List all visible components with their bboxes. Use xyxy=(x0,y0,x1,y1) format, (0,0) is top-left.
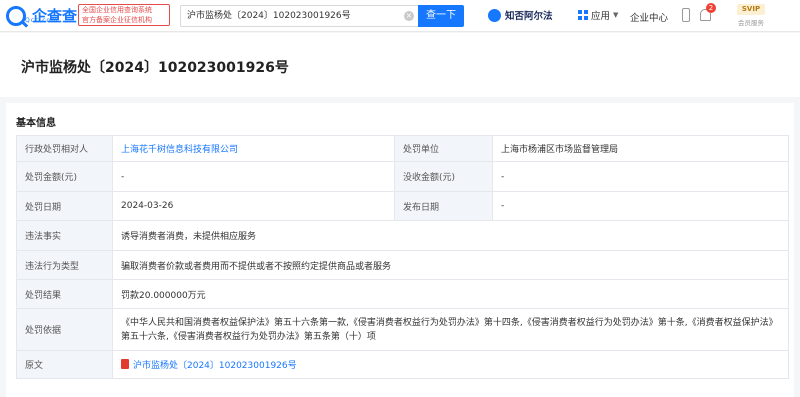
zhineng-alpha-link[interactable]: 知否阿尔法 xyxy=(488,8,553,22)
fine-value: - xyxy=(112,161,395,192)
vip-service-label: 会员服务 xyxy=(738,19,764,27)
vip-member-entry[interactable]: SVIP 会员服务 xyxy=(735,3,767,29)
qichacha-logo[interactable]: 企查查 xyxy=(6,4,77,28)
document-cell: 沪市监杨处〔2024〕102023001926号 xyxy=(112,350,789,379)
title-bar: 沪市监杨处〔2024〕102023001926号 xyxy=(0,33,800,97)
confiscate-label: 没收金额(元) xyxy=(394,161,493,192)
svip-badge: SVIP xyxy=(737,4,765,15)
table-row: 处罚依据 《中华人民共和国消费者权益保护法》第五十六条第一款,《侵害消费者权益行… xyxy=(16,308,789,351)
table-row: 违法行为类型 骗取消费者价款或者费用而不提供或者不按照约定提供商品或者服务 xyxy=(16,250,789,280)
facts-label: 违法事实 xyxy=(16,220,113,251)
penalty-info-table: 行政处罚相对人 上海花千树信息科技有限公司 处罚单位 上海市杨浦区市场监督管理局… xyxy=(16,135,789,379)
publish-value: - xyxy=(492,191,789,221)
page-title: 沪市监杨处〔2024〕102023001926号 xyxy=(21,60,289,76)
table-row: 原文 沪市监杨处〔2024〕102023001926号 xyxy=(16,350,789,379)
official-record-badge: 全国企业信用查询系统 官方备案企业征信机构 xyxy=(78,4,170,26)
zhineng-label: 知否阿尔法 xyxy=(505,11,553,22)
basis-value: 《中华人民共和国消费者权益保护法》第五十六条第一款,《侵害消费者权益行为处罚办法… xyxy=(112,308,789,351)
table-row: 处罚结果 罚款20.000000万元 xyxy=(16,279,789,309)
grid-icon xyxy=(578,10,588,20)
party-label: 行政处罚相对人 xyxy=(16,135,113,162)
confiscate-value: - xyxy=(492,161,789,192)
fine-label: 处罚金额(元) xyxy=(16,161,113,192)
company-center-link[interactable]: 企业中心 xyxy=(630,10,668,24)
section-title: 基本信息 xyxy=(16,118,56,129)
table-row: 违法事实 诱导消费者消费，未提供相应服务 xyxy=(16,220,789,251)
basic-info-card: 基本信息 行政处罚相对人 上海花千树信息科技有限公司 处罚单位 上海市杨浦区市场… xyxy=(6,103,794,397)
top-navigation-bar: 企查查 Qcc.com 全国企业信用查询系统 官方备案企业征信机构 沪市监杨处〔… xyxy=(0,0,800,32)
mobile-app-icon[interactable] xyxy=(682,8,690,22)
unit-value: 上海市杨浦区市场监督管理局 xyxy=(492,135,789,162)
facts-value: 诱导消费者消费，未提供相应服务 xyxy=(112,220,789,251)
search-input[interactable]: 沪市监杨处〔2024〕102023001926号 xyxy=(180,5,418,27)
badge-line-1: 全国企业信用查询系统 xyxy=(82,6,152,14)
caret-down-icon: ▼ xyxy=(613,11,619,19)
search-button[interactable]: 查一下 xyxy=(418,5,464,27)
app-menu[interactable]: 应用 ▼ xyxy=(578,8,618,22)
table-row: 处罚日期 2024-03-26 发布日期 - xyxy=(16,191,789,221)
logo-subtext: Qcc.com xyxy=(25,17,59,24)
violation-type-value: 骗取消费者价款或者费用而不提供或者不按照约定提供商品或者服务 xyxy=(112,250,789,280)
document-link[interactable]: 沪市监杨处〔2024〕102023001926号 xyxy=(133,361,297,371)
party-value: 上海花千树信息科技有限公司 xyxy=(112,135,395,162)
publish-label: 发布日期 xyxy=(394,191,493,221)
result-label: 处罚结果 xyxy=(16,279,113,309)
basis-label: 处罚依据 xyxy=(16,308,113,351)
unit-label: 处罚单位 xyxy=(394,135,493,162)
document-label: 原文 xyxy=(16,350,113,379)
table-row: 行政处罚相对人 上海花千树信息科技有限公司 处罚单位 上海市杨浦区市场监督管理局 xyxy=(16,135,789,162)
ai-assistant-icon xyxy=(488,8,501,22)
date-value: 2024-03-26 xyxy=(112,191,395,221)
notification-count-badge: 2 xyxy=(706,3,716,13)
company-link[interactable]: 上海花千树信息科技有限公司 xyxy=(121,145,238,155)
pdf-icon xyxy=(121,359,129,369)
date-label: 处罚日期 xyxy=(16,191,113,221)
result-value: 罚款20.000000万元 xyxy=(112,279,789,309)
app-menu-label: 应用 xyxy=(591,11,611,22)
badge-line-2: 官方备案企业征信机构 xyxy=(82,15,152,24)
violation-type-label: 违法行为类型 xyxy=(16,250,113,280)
magnifier-logo-icon xyxy=(6,6,26,26)
table-row: 处罚金额(元) - 没收金额(元) - xyxy=(16,161,789,192)
clear-search-icon[interactable]: × xyxy=(404,11,414,21)
